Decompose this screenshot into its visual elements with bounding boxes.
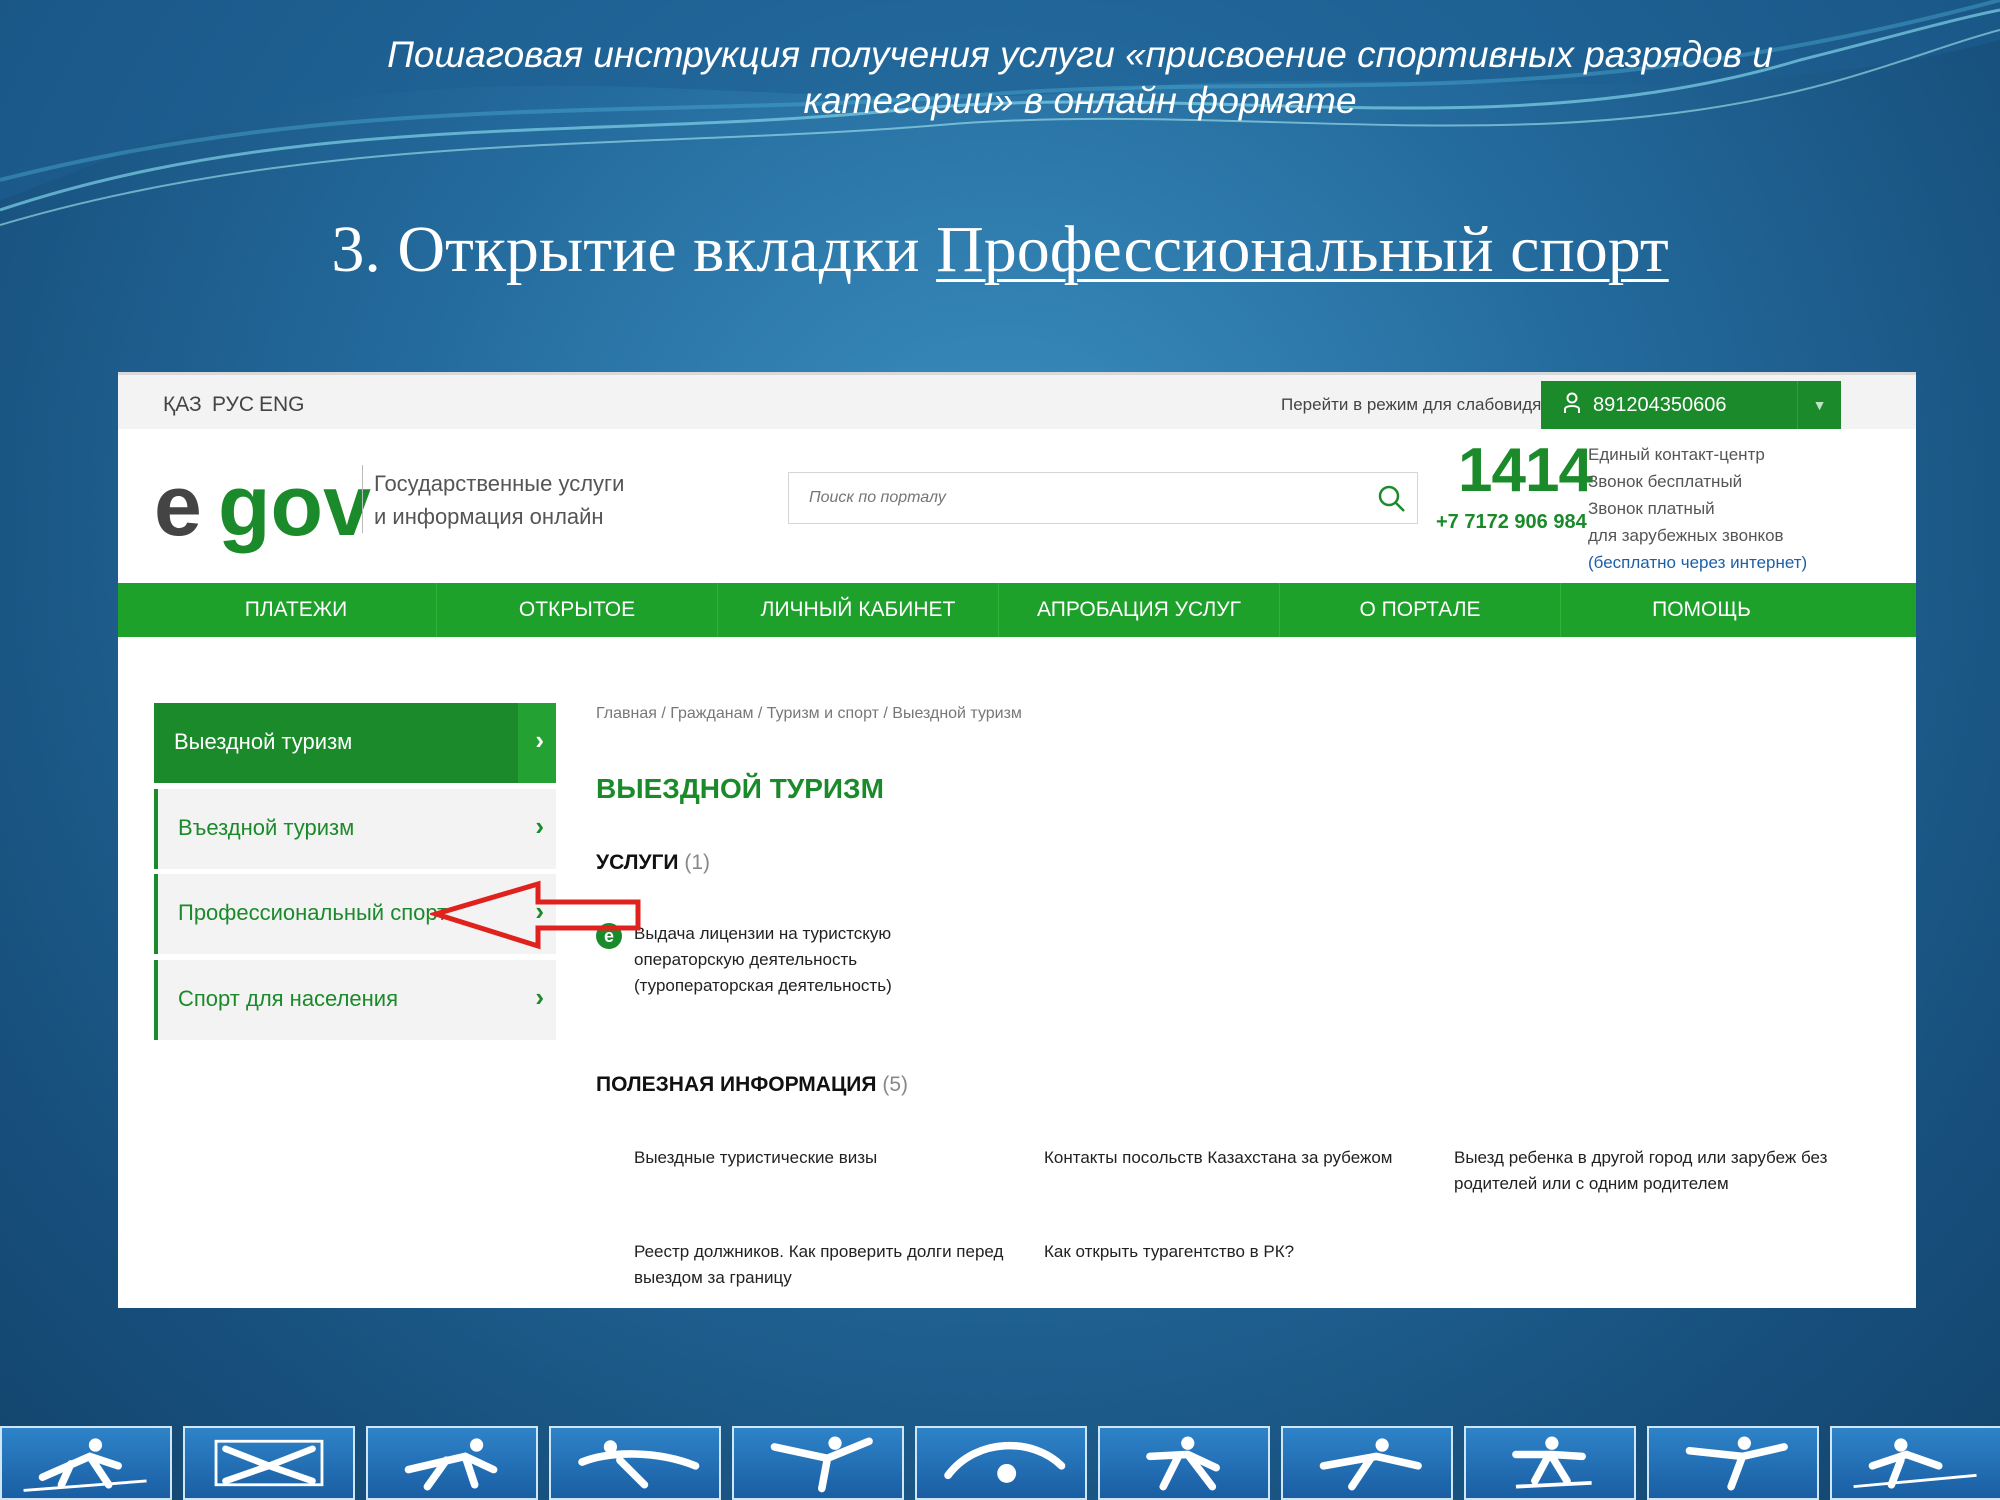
logo-e: e bbox=[154, 458, 202, 554]
user-id: 891204350606 bbox=[1593, 394, 1727, 416]
portal-screenshot: ҚАЗ РУС ENG Перейти в режим для слабовид… bbox=[118, 372, 1916, 1308]
nav-help[interactable]: ПОМОЩЬ bbox=[1561, 583, 1842, 637]
nav-personal-account[interactable]: ЛИЧНЫЙ КАБИНЕТ bbox=[718, 583, 999, 637]
info-item[interactable]: Как открыть турагентство в РК? bbox=[1044, 1239, 1424, 1265]
info-item[interactable]: Выезд ребенка в другой город или зарубеж… bbox=[1454, 1145, 1834, 1197]
top-bar: ҚАЗ РУС ENG Перейти в режим для слабовид… bbox=[118, 375, 1916, 429]
tagline-line1: Государственные услуги bbox=[374, 471, 625, 496]
phone-number: +7 7172 906 984 bbox=[1436, 511, 1587, 533]
contact-line: Звонок бесплатный bbox=[1588, 472, 1743, 491]
lang-eng[interactable]: ENG bbox=[259, 393, 305, 417]
services-heading: УСЛУГИ (1) bbox=[596, 851, 710, 875]
services-count: (1) bbox=[684, 851, 711, 874]
low-vision-link[interactable]: Перейти в режим для слабовидящих bbox=[1281, 395, 1573, 415]
biathlon-pictogram-icon bbox=[1098, 1426, 1270, 1500]
sidebar-item-label: Профессиональный спорт bbox=[178, 900, 448, 925]
service-link[interactable]: Выдача лицензии на туристскую операторск… bbox=[634, 921, 994, 999]
sidebar-item-label: Выездной туризм bbox=[174, 729, 353, 754]
search-box bbox=[788, 472, 1418, 524]
contact-line: Звонок платный bbox=[1588, 499, 1715, 518]
ski-jumping-pictogram-icon bbox=[1281, 1426, 1453, 1500]
chevron-down-icon[interactable]: ▼ bbox=[1797, 381, 1841, 429]
figure-skating-pictogram-icon bbox=[732, 1426, 904, 1500]
contact-note: (бесплатно через интернет) bbox=[1588, 553, 1808, 572]
page-title: ВЫЕЗДНОЙ ТУРИЗМ bbox=[596, 773, 884, 804]
slide-title-link: Профессиональный спорт bbox=[936, 213, 1669, 286]
sidebar-item-inbound-tourism[interactable]: Въездной туризм › bbox=[154, 789, 556, 869]
skiing-pictogram-icon bbox=[0, 1426, 172, 1500]
chevron-right-icon: › bbox=[535, 725, 544, 755]
services-heading-label: УСЛУГИ bbox=[596, 851, 679, 874]
contact-info: Единый контакт-центр Звонок бесплатный З… bbox=[1588, 441, 1807, 576]
slide-title: 3. Открытие вкладки Профессиональный спо… bbox=[0, 212, 2000, 288]
info-item[interactable]: Контакты посольств Казахстана за рубежом bbox=[1044, 1145, 1424, 1171]
alpine-skiing-pictogram-icon bbox=[1830, 1426, 2000, 1500]
chevron-right-icon: › bbox=[535, 811, 544, 841]
info-count: (5) bbox=[882, 1073, 909, 1096]
breadcrumb[interactable]: Главная / Гражданам / Туризм и спорт / В… bbox=[596, 705, 1022, 723]
sidebar-item-sport-for-population[interactable]: Спорт для населения › bbox=[154, 960, 556, 1040]
chevron-right-icon: › bbox=[535, 982, 544, 1012]
nav-open-government[interactable]: ОТКРЫТОЕ ПРАВИТЕЛЬСТВО bbox=[437, 583, 718, 675]
info-heading-label: ПОЛЕЗНАЯ ИНФОРМАЦИЯ bbox=[596, 1073, 877, 1096]
snowboard-pictogram-icon bbox=[1464, 1426, 1636, 1500]
search-input[interactable] bbox=[789, 473, 1349, 523]
slide-title-prefix: 3. Открытие вкладки bbox=[331, 213, 937, 286]
logo-tagline: Государственные услуги и информация онла… bbox=[374, 467, 624, 533]
slide-subtitle: Пошаговая инструкция получения услуги «п… bbox=[387, 34, 1773, 121]
info-item[interactable]: Выездные туристические визы bbox=[634, 1145, 1014, 1171]
curling-pictogram-icon bbox=[915, 1426, 1087, 1500]
contact-line: для зарубежных звонков bbox=[1588, 526, 1784, 545]
user-icon bbox=[1563, 392, 1581, 420]
freestyle-pictogram-icon bbox=[1647, 1426, 1819, 1500]
info-item[interactable]: Реестр должников. Как проверить долги пе… bbox=[634, 1239, 1014, 1291]
hotline-number: 1414 bbox=[1458, 436, 1593, 505]
logo-divider bbox=[362, 465, 363, 533]
sports-pictogram-strip bbox=[0, 1426, 2000, 1500]
sidebar-item-label: Спорт для населения bbox=[178, 986, 398, 1011]
contact-line: Единый контакт-центр bbox=[1588, 445, 1765, 464]
info-heading: ПОЛЕЗНАЯ ИНФОРМАЦИЯ (5) bbox=[596, 1073, 908, 1097]
main-nav: ПЛАТЕЖИ ОТКРЫТОЕ ПРАВИТЕЛЬСТВО ЛИЧНЫЙ КА… bbox=[118, 583, 1916, 675]
nav-about[interactable]: О ПОРТАЛЕ bbox=[1280, 583, 1561, 637]
nav-payments[interactable]: ПЛАТЕЖИ bbox=[156, 583, 437, 637]
lang-rus[interactable]: РУС bbox=[212, 393, 254, 417]
logo-gov: gov bbox=[218, 458, 371, 554]
lang-kaz[interactable]: ҚАЗ bbox=[163, 393, 202, 417]
search-icon[interactable] bbox=[1377, 484, 1407, 514]
gymnastics-pictogram-icon bbox=[183, 1426, 355, 1500]
speed-skating-pictogram-icon bbox=[366, 1426, 538, 1500]
tagline-line2: и информация онлайн bbox=[374, 504, 604, 529]
annotation-arrow-icon bbox=[430, 880, 641, 950]
sidebar-item-outbound-tourism[interactable]: Выездной туризм › bbox=[154, 703, 556, 783]
user-menu[interactable]: 891204350606 ▼ bbox=[1541, 381, 1841, 429]
hockey-pictogram-icon bbox=[549, 1426, 721, 1500]
sidebar-item-label: Въездной туризм bbox=[178, 815, 355, 840]
nav-service-testing[interactable]: АПРОБАЦИЯ УСЛУГ bbox=[999, 583, 1280, 637]
